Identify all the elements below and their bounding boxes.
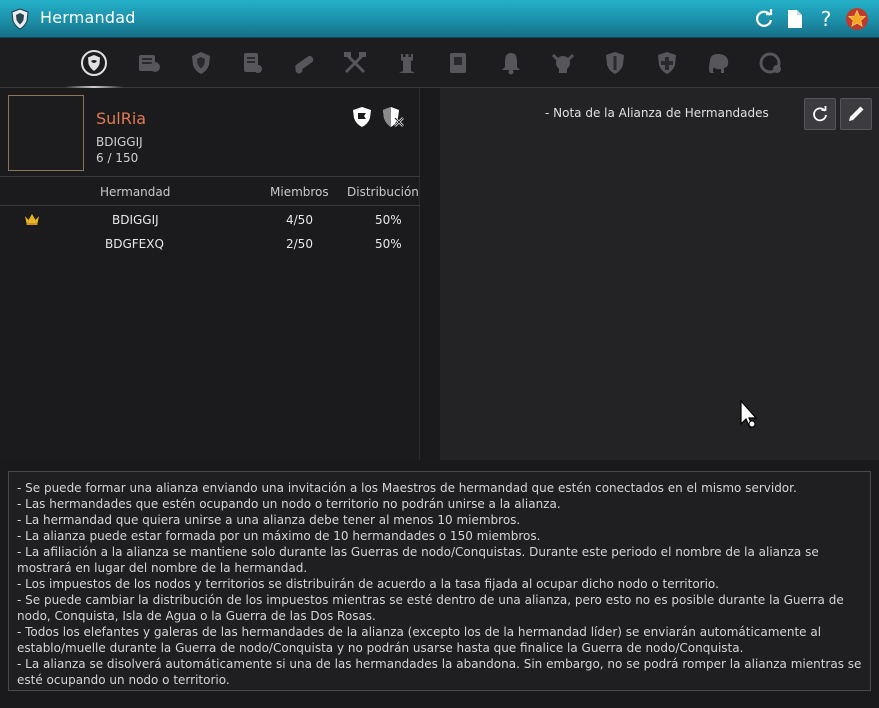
info-line: - Se puede cambiar la distribución de lo… <box>17 593 844 623</box>
header-distribution: Distribución <box>347 185 419 199</box>
tab-quests[interactable] <box>441 47 475 79</box>
tab-defense[interactable] <box>184 47 218 79</box>
guild-distribution: 50% <box>375 213 402 227</box>
alliance-leader-guild: BDIGGIJ <box>96 135 143 149</box>
refresh-icon <box>756 9 773 27</box>
tab-notifications[interactable] <box>494 47 528 79</box>
quest-scroll-icon <box>450 53 466 73</box>
help-icon: ? <box>820 7 832 31</box>
tab-alliance[interactable] <box>65 47 123 88</box>
window-title: Hermandad <box>40 8 136 27</box>
alliance-member-count: 6 / 150 <box>96 151 139 165</box>
refresh-icon <box>813 106 827 122</box>
title-bar: Hermandad ? <box>0 0 879 38</box>
elephant-icon <box>709 54 729 73</box>
guild-crest-icon <box>8 7 32 31</box>
cannon-icon <box>295 55 314 74</box>
crossed-axes-icon <box>344 52 366 74</box>
table-row[interactable]: BDIGGIJ 4/50 50% <box>0 210 420 232</box>
info-line: - Se puede formar una alianza enviando u… <box>17 481 797 495</box>
alliance-emblem-icon <box>81 50 107 76</box>
alliance-emblem-button[interactable] <box>351 106 373 128</box>
shield-leave-icon <box>383 107 404 127</box>
tab-pvp[interactable] <box>546 47 580 79</box>
mouse-cursor-icon <box>739 399 761 432</box>
shield-icon <box>192 52 210 74</box>
shield-flag-icon <box>353 107 371 127</box>
tab-guard[interactable] <box>598 47 632 79</box>
guild-list-icon <box>139 55 160 72</box>
leave-alliance-button[interactable] <box>381 106 404 128</box>
guild-members: 2/50 <box>286 237 313 251</box>
tab-order[interactable] <box>650 47 684 79</box>
info-line: - La hermandad que quiera unirse a una a… <box>17 513 521 527</box>
tab-guild-list[interactable] <box>131 47 165 79</box>
note-title: - Nota de la Alianza de Hermandades <box>545 106 769 120</box>
alliance-note-panel: - Nota de la Alianza de Hermandades <box>440 88 879 460</box>
tab-bar <box>0 38 879 88</box>
tower-icon <box>399 54 415 73</box>
table-row[interactable]: BDGFEXQ 2/50 50% <box>0 234 420 256</box>
alliance-emblem-slot[interactable] <box>8 95 84 171</box>
cross-shield-icon <box>658 52 676 74</box>
help-button[interactable]: ? <box>814 7 838 31</box>
info-line: - La afiliación a la alianza se mantiene… <box>17 545 819 575</box>
document-button[interactable] <box>783 7 807 31</box>
leader-crown-icon <box>24 212 40 229</box>
edit-note-button[interactable] <box>840 98 872 130</box>
info-line: - Todos los elefantes y galeras de las h… <box>17 625 822 655</box>
favorite-button[interactable] <box>845 7 869 31</box>
info-line: - Las hermandades que estén ocupando un … <box>17 497 561 511</box>
tab-records[interactable] <box>235 47 269 79</box>
info-line: - La alianza puede estar formada por un … <box>17 529 541 543</box>
tab-war[interactable] <box>338 47 372 79</box>
scroll-icon <box>244 53 262 73</box>
alliance-info-panel: SulRia BDIGGIJ 6 / 150 Hermandad Miembro… <box>0 88 420 460</box>
guild-name: BDIGGIJ <box>112 213 159 227</box>
refresh-button[interactable] <box>752 7 776 31</box>
knight-shield-icon <box>606 52 624 74</box>
info-line: - Los impuestos de los nodos y territori… <box>17 577 719 591</box>
tab-artillery[interactable] <box>287 47 321 79</box>
tab-mounts[interactable] <box>702 47 736 79</box>
refresh-note-button[interactable] <box>804 98 836 130</box>
favorite-star-icon <box>846 8 868 30</box>
header-members: Miembros <box>270 185 329 199</box>
document-icon <box>788 10 802 28</box>
alliance-name: SulRia <box>96 109 147 128</box>
guild-table-header: Hermandad Miembros Distribución <box>0 176 420 206</box>
alliance-icon <box>759 52 781 74</box>
guild-distribution: 50% <box>375 237 402 251</box>
header-guild: Hermandad <box>100 185 171 199</box>
info-line: - La alianza se disolverá automáticament… <box>17 657 862 687</box>
guild-members: 4/50 <box>286 213 313 227</box>
skull-icon <box>551 53 575 73</box>
tab-settings[interactable] <box>754 47 788 79</box>
bell-icon <box>502 53 520 75</box>
tab-fortress[interactable] <box>390 47 424 79</box>
alliance-rules-info: - Se puede formar una alianza enviando u… <box>8 471 871 691</box>
guild-name: BDGFEXQ <box>105 237 164 251</box>
pencil-icon <box>849 106 864 121</box>
